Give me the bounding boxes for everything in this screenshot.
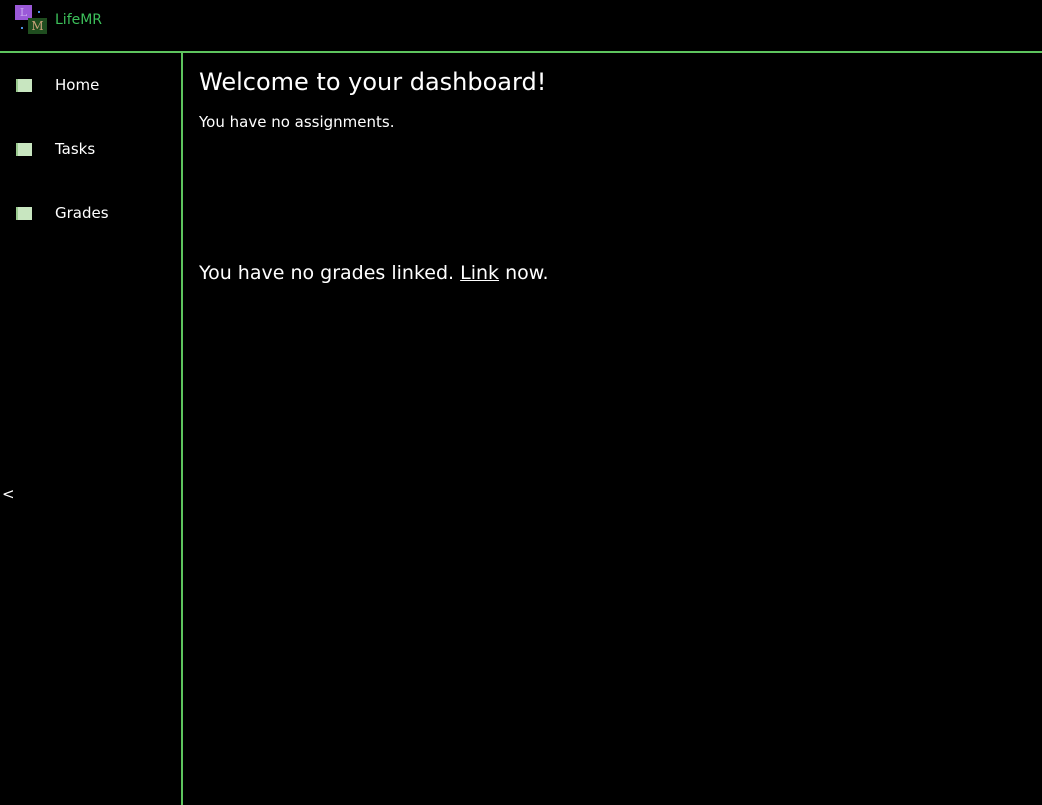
page-icon [16, 79, 32, 92]
assignments-status-text: You have no assignments. [199, 113, 395, 131]
logo-dot [21, 27, 23, 29]
sidebar-item-label: Tasks [55, 140, 96, 158]
app-logo[interactable]: L M [15, 5, 48, 35]
sidebar-item-tasks[interactable]: Tasks [0, 130, 181, 170]
sidebar-item-label: Home [55, 76, 100, 94]
page-icon [16, 207, 32, 220]
app-root: L M LifeMR Home Tasks Grades < Welcome t… [0, 0, 1042, 805]
page-icon [16, 143, 32, 156]
top-header: L M LifeMR [0, 0, 1042, 53]
sidebar-item-home[interactable]: Home [0, 66, 181, 106]
sidebar-item-grades[interactable]: Grades [0, 194, 181, 234]
page-title: Welcome to your dashboard! [199, 68, 547, 96]
sidebar-collapse-button[interactable]: < [2, 485, 16, 505]
logo-letter-m: M [28, 18, 47, 34]
sidebar: Home Tasks Grades < [0, 53, 183, 805]
brand-name[interactable]: LifeMR [55, 12, 102, 28]
grades-status-text: You have no grades linked. [199, 262, 455, 284]
logo-dot [38, 11, 40, 13]
link-grades-link[interactable]: Link [460, 262, 499, 284]
grades-status-line: You have no grades linked. Link now. [199, 262, 549, 284]
sidebar-item-label: Grades [55, 204, 109, 222]
grades-status-suffix: now. [505, 262, 549, 284]
